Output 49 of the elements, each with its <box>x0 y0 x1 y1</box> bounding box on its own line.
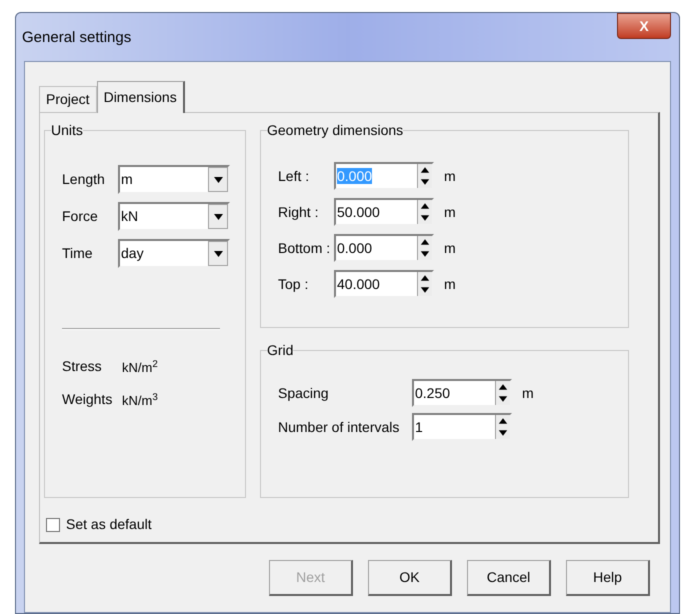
spin-field[interactable]: 1 <box>412 413 512 441</box>
spin-field[interactable]: 50.000 <box>334 198 434 226</box>
field-label: Force <box>62 207 99 226</box>
field-label: Length <box>62 170 106 189</box>
field-value: 0.250 <box>415 384 450 400</box>
unit-value: kN/m$^{3}$ <box>122 390 158 410</box>
dialog-button[interactable]: OK <box>368 560 452 596</box>
field-label: Spacing <box>278 384 330 403</box>
spin-buttons[interactable] <box>495 381 510 405</box>
unit-label: m <box>444 202 456 222</box>
field-value: 1 <box>415 418 423 434</box>
dropdown[interactable]: kN <box>118 202 230 231</box>
unit-label: Weights <box>62 390 114 409</box>
unit-label: m <box>444 274 456 294</box>
caret-icon <box>214 250 222 256</box>
caret-icon <box>214 176 222 182</box>
spin-buttons[interactable] <box>495 415 510 439</box>
unit-label: Stress <box>62 357 103 376</box>
spin-field[interactable]: 0.000 <box>334 234 434 262</box>
unit-value: kN/m$^{2}$ <box>122 358 158 376</box>
spin-buttons[interactable] <box>417 164 432 188</box>
dialog-button[interactable]: Help <box>566 560 650 596</box>
checkbox-label: Set as default <box>66 515 152 534</box>
dropdown[interactable]: day <box>118 239 230 268</box>
field-label: Left : <box>278 166 310 186</box>
field-label: Bottom : <box>278 238 332 258</box>
spin-field[interactable]: 0.250 <box>412 379 512 407</box>
field-label: Right : <box>278 202 320 222</box>
dialog-button[interactable]: Cancel <box>467 560 551 596</box>
unit-label: m <box>444 166 456 186</box>
tab[interactable]: Dimensions <box>96 81 185 113</box>
window-title: General settings <box>22 28 132 48</box>
field-value: 0.000 <box>337 240 372 256</box>
field-label: Top : <box>278 274 310 294</box>
spin-buttons[interactable] <box>417 200 432 224</box>
field-value: 40.000 <box>337 276 380 292</box>
unit-label: m <box>522 384 534 402</box>
caret-icon <box>214 214 222 220</box>
checkbox[interactable] <box>46 518 60 532</box>
spin-field[interactable]: 40.000 <box>334 270 434 298</box>
tab[interactable]: Project <box>39 86 97 112</box>
field-label: Time <box>62 244 94 263</box>
field-label: Number of intervals <box>278 418 400 436</box>
unit-label: m <box>444 238 456 258</box>
spin-buttons[interactable] <box>417 272 432 296</box>
dropdown[interactable]: m <box>118 165 230 194</box>
field-value: 0.000 <box>337 168 372 184</box>
field-value: 50.000 <box>337 204 380 220</box>
spin-buttons[interactable] <box>417 236 432 260</box>
